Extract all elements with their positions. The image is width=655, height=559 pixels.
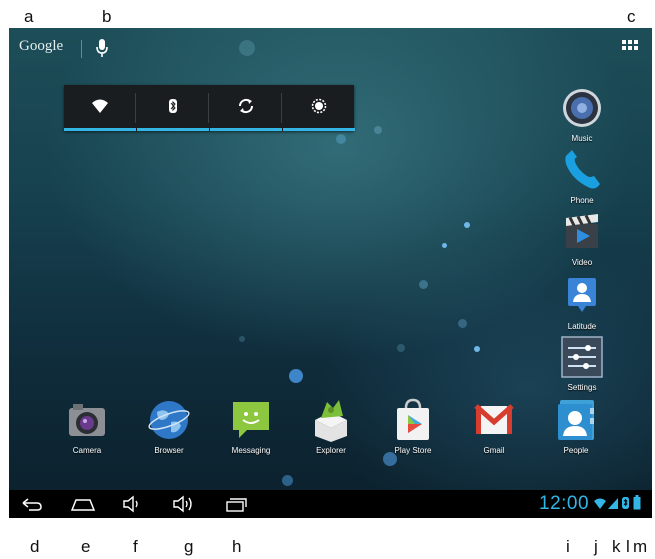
callout-h: h	[232, 537, 242, 556]
wallpaper-bubble	[442, 243, 447, 248]
app-settings[interactable]: Settings	[550, 335, 614, 392]
wallpaper-bubble	[419, 280, 428, 289]
callout-k: k	[612, 537, 621, 556]
video-icon	[560, 210, 604, 254]
callout-g: g	[184, 537, 194, 556]
recent-apps-icon[interactable]	[223, 494, 249, 514]
gmail-icon	[472, 398, 516, 442]
app-camera[interactable]: Camera	[55, 398, 119, 455]
app-label: Phone	[570, 196, 594, 205]
mic-icon[interactable]	[95, 37, 109, 59]
app-music[interactable]: Music	[550, 86, 614, 143]
app-label: Latitude	[567, 322, 597, 331]
phone-icon	[560, 148, 604, 192]
wallpaper-bubble	[289, 369, 303, 383]
brightness-toggle-button[interactable]	[283, 85, 355, 131]
browser-icon	[147, 398, 191, 442]
wallpaper-bubble	[239, 336, 245, 342]
callout-m: m	[633, 537, 648, 556]
app-explorer[interactable]: Explorer	[299, 398, 363, 455]
navigation-bar: 12:00	[9, 490, 652, 518]
sync-icon	[238, 98, 254, 114]
music-icon	[560, 86, 604, 130]
app-gmail[interactable]: Gmail	[462, 398, 526, 455]
callout-d: d	[30, 537, 40, 556]
wallpaper-bubble	[474, 346, 480, 352]
app-messaging[interactable]: Messaging	[219, 398, 283, 455]
volume-down-icon[interactable]	[121, 494, 145, 514]
callout-e: e	[81, 537, 91, 556]
wifi-icon	[92, 99, 108, 113]
cell-signal-icon	[608, 498, 618, 509]
bluetooth-icon	[169, 99, 177, 113]
wallpaper-bubble	[464, 222, 470, 228]
app-browser[interactable]: Browser	[137, 398, 201, 455]
active-indicator	[64, 128, 136, 131]
bluetooth-toggle-button[interactable]	[137, 85, 209, 131]
callout-j: j	[594, 537, 598, 556]
callout-i: i	[566, 537, 570, 556]
app-label: Play Store	[394, 446, 432, 455]
status-clock: 12:00	[539, 493, 590, 514]
app-label: Camera	[72, 446, 102, 455]
wallpaper-bubble	[374, 126, 382, 134]
power-control-widget	[64, 85, 355, 131]
app-label: Video	[571, 258, 593, 267]
sync-toggle-button[interactable]	[210, 85, 282, 131]
google-search-logo[interactable]: Google	[19, 38, 63, 55]
play-store-icon	[391, 398, 435, 442]
people-icon	[554, 398, 598, 442]
active-indicator	[210, 128, 282, 131]
divider	[208, 93, 209, 123]
camera-icon	[65, 398, 109, 442]
home-icon[interactable]	[69, 494, 97, 514]
wallpaper-bubble	[458, 319, 467, 328]
app-label: Music	[571, 134, 593, 143]
callout-c: c	[627, 7, 636, 26]
app-label: Settings	[567, 383, 597, 392]
callout-l: l	[626, 537, 630, 556]
search-divider	[81, 40, 82, 58]
app-phone[interactable]: Phone	[550, 148, 614, 205]
back-icon[interactable]	[19, 494, 45, 514]
home-screen: Google Music Phone Video Latitude Settin…	[9, 28, 652, 518]
active-indicator	[137, 128, 209, 131]
wallpaper-bubble	[239, 40, 255, 56]
app-label: People	[563, 446, 589, 455]
latitude-icon	[560, 274, 604, 318]
wallpaper-bubble	[397, 344, 405, 352]
all-apps-icon[interactable]	[622, 40, 639, 54]
wifi-signal-icon	[594, 498, 606, 509]
wallpaper-bubble	[336, 134, 346, 144]
app-video[interactable]: Video	[550, 210, 614, 267]
callout-b: b	[102, 7, 112, 26]
callout-f: f	[133, 537, 138, 556]
settings-icon	[560, 335, 604, 379]
wallpaper-bubble	[282, 475, 293, 486]
active-indicator	[283, 128, 355, 131]
app-label: Messaging	[231, 446, 271, 455]
messaging-icon	[229, 398, 273, 442]
divider	[135, 93, 136, 123]
bluetooth-status-icon	[622, 497, 629, 509]
app-label: Browser	[154, 446, 184, 455]
app-play-store[interactable]: Play Store	[381, 398, 445, 455]
battery-icon	[633, 495, 641, 510]
app-latitude[interactable]: Latitude	[550, 274, 614, 331]
wifi-toggle-button[interactable]	[64, 85, 136, 131]
brightness-icon	[311, 98, 327, 114]
app-label: Explorer	[316, 446, 346, 455]
volume-up-icon[interactable]	[171, 494, 199, 514]
callout-a: a	[24, 7, 34, 26]
explorer-icon	[309, 398, 353, 442]
app-label: Gmail	[483, 446, 505, 455]
divider	[281, 93, 282, 123]
app-people[interactable]: People	[544, 398, 608, 455]
